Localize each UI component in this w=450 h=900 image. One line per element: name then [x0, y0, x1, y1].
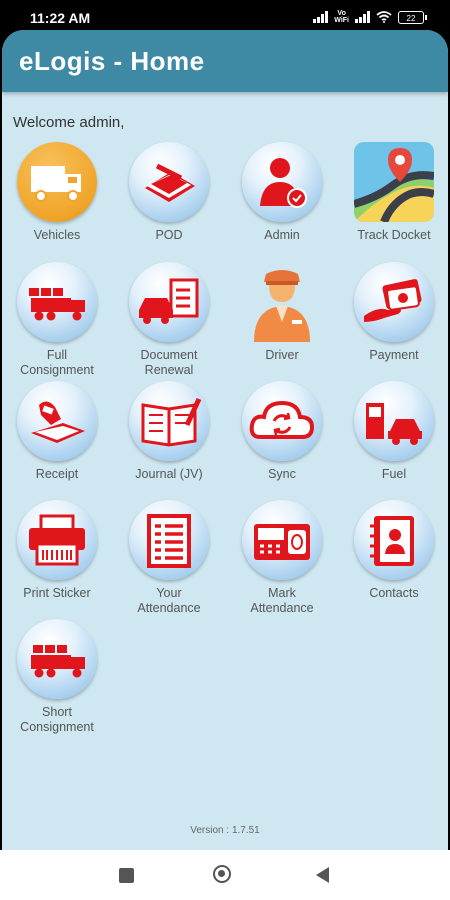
- signal-icon-2: [355, 11, 370, 23]
- tile-label: Vehicles: [33, 228, 81, 242]
- tile-label: Fuel: [381, 467, 407, 481]
- status-time: 11:22 AM: [30, 10, 91, 26]
- tile-label: Payment: [369, 348, 419, 362]
- page-title: eLogis - Home: [19, 46, 205, 76]
- tile-label: POD: [155, 228, 183, 242]
- printer-icon: [17, 500, 97, 580]
- tile-contacts[interactable]: Contacts: [339, 500, 448, 601]
- tile-fuel[interactable]: Fuel: [339, 381, 448, 482]
- tile-label: Journal (JV): [135, 467, 203, 481]
- short-truck-icon: [17, 619, 97, 699]
- back-button[interactable]: [316, 867, 329, 883]
- admin-user-icon: [242, 142, 322, 222]
- welcome-text: Welcome admin,: [13, 114, 125, 131]
- recents-button[interactable]: [119, 868, 134, 883]
- truck-icon: [17, 142, 97, 222]
- tile-label: Short Consignment: [20, 705, 94, 734]
- tile-label: Full Consignment: [20, 348, 94, 377]
- tile-payment[interactable]: Payment: [339, 262, 448, 363]
- tile-label: Track Docket: [357, 228, 431, 242]
- tile-sync[interactable]: Sync: [227, 381, 337, 482]
- tile-label: Document Renewal: [140, 348, 198, 377]
- status-icons: Vo WiFi 22: [313, 10, 427, 24]
- tile-label: Mark Attendance: [250, 586, 314, 615]
- journal-icon: [129, 381, 209, 461]
- tile-admin[interactable]: Admin: [227, 142, 337, 243]
- tile-journal-jv[interactable]: Journal (JV): [114, 381, 224, 482]
- tile-label: Admin: [264, 228, 300, 242]
- driver-icon: [242, 262, 322, 342]
- system-nav-bar: [0, 850, 450, 900]
- scanner-icon: [129, 142, 209, 222]
- tile-short-consignment[interactable]: Short Consignment: [2, 619, 112, 735]
- tile-track-docket[interactable]: Track Docket: [339, 142, 448, 243]
- tile-label: Sync: [268, 467, 296, 481]
- cloud-sync-icon: [242, 381, 322, 461]
- signal-icon: [313, 11, 329, 23]
- contacts-book-icon: [354, 500, 434, 580]
- tile-label: Receipt: [35, 467, 79, 481]
- map-pin-icon: [354, 142, 434, 222]
- attendance-list-icon: [129, 500, 209, 580]
- tile-full-consignment[interactable]: Full Consignment: [2, 262, 112, 378]
- tile-label: Driver: [265, 348, 299, 362]
- app-window: eLogis - Home Welcome admin, Vehicles PO…: [2, 30, 448, 850]
- version-text: Version : 1.7.51: [190, 825, 260, 836]
- cash-icon: [354, 262, 434, 342]
- biometric-device-icon: [242, 500, 322, 580]
- battery-icon: 22: [398, 10, 427, 24]
- fuel-icon: [354, 381, 434, 461]
- tile-label: Print Sticker: [23, 586, 91, 600]
- home-button[interactable]: [213, 865, 231, 883]
- wifi-icon: [376, 11, 392, 23]
- vowifi-label: Vo WiFi: [334, 10, 349, 24]
- tile-mark-attendance[interactable]: Mark Attendance: [227, 500, 337, 616]
- loaded-truck-icon: [17, 262, 97, 342]
- receipt-icon: [17, 381, 97, 461]
- car-clipboard-icon: [129, 262, 209, 342]
- tile-vehicles[interactable]: Vehicles: [2, 142, 112, 243]
- tile-print-sticker[interactable]: Print Sticker: [2, 500, 112, 601]
- app-bar: eLogis - Home: [2, 30, 448, 92]
- tile-document-renewal[interactable]: Document Renewal: [114, 262, 224, 378]
- tile-driver[interactable]: Driver: [227, 262, 337, 363]
- tile-your-attendance[interactable]: Your Attendance: [114, 500, 224, 616]
- tile-label: Your Attendance: [137, 586, 201, 615]
- tile-receipt[interactable]: Receipt: [2, 381, 112, 482]
- tile-pod[interactable]: POD: [114, 142, 224, 243]
- tile-label: Contacts: [369, 586, 419, 600]
